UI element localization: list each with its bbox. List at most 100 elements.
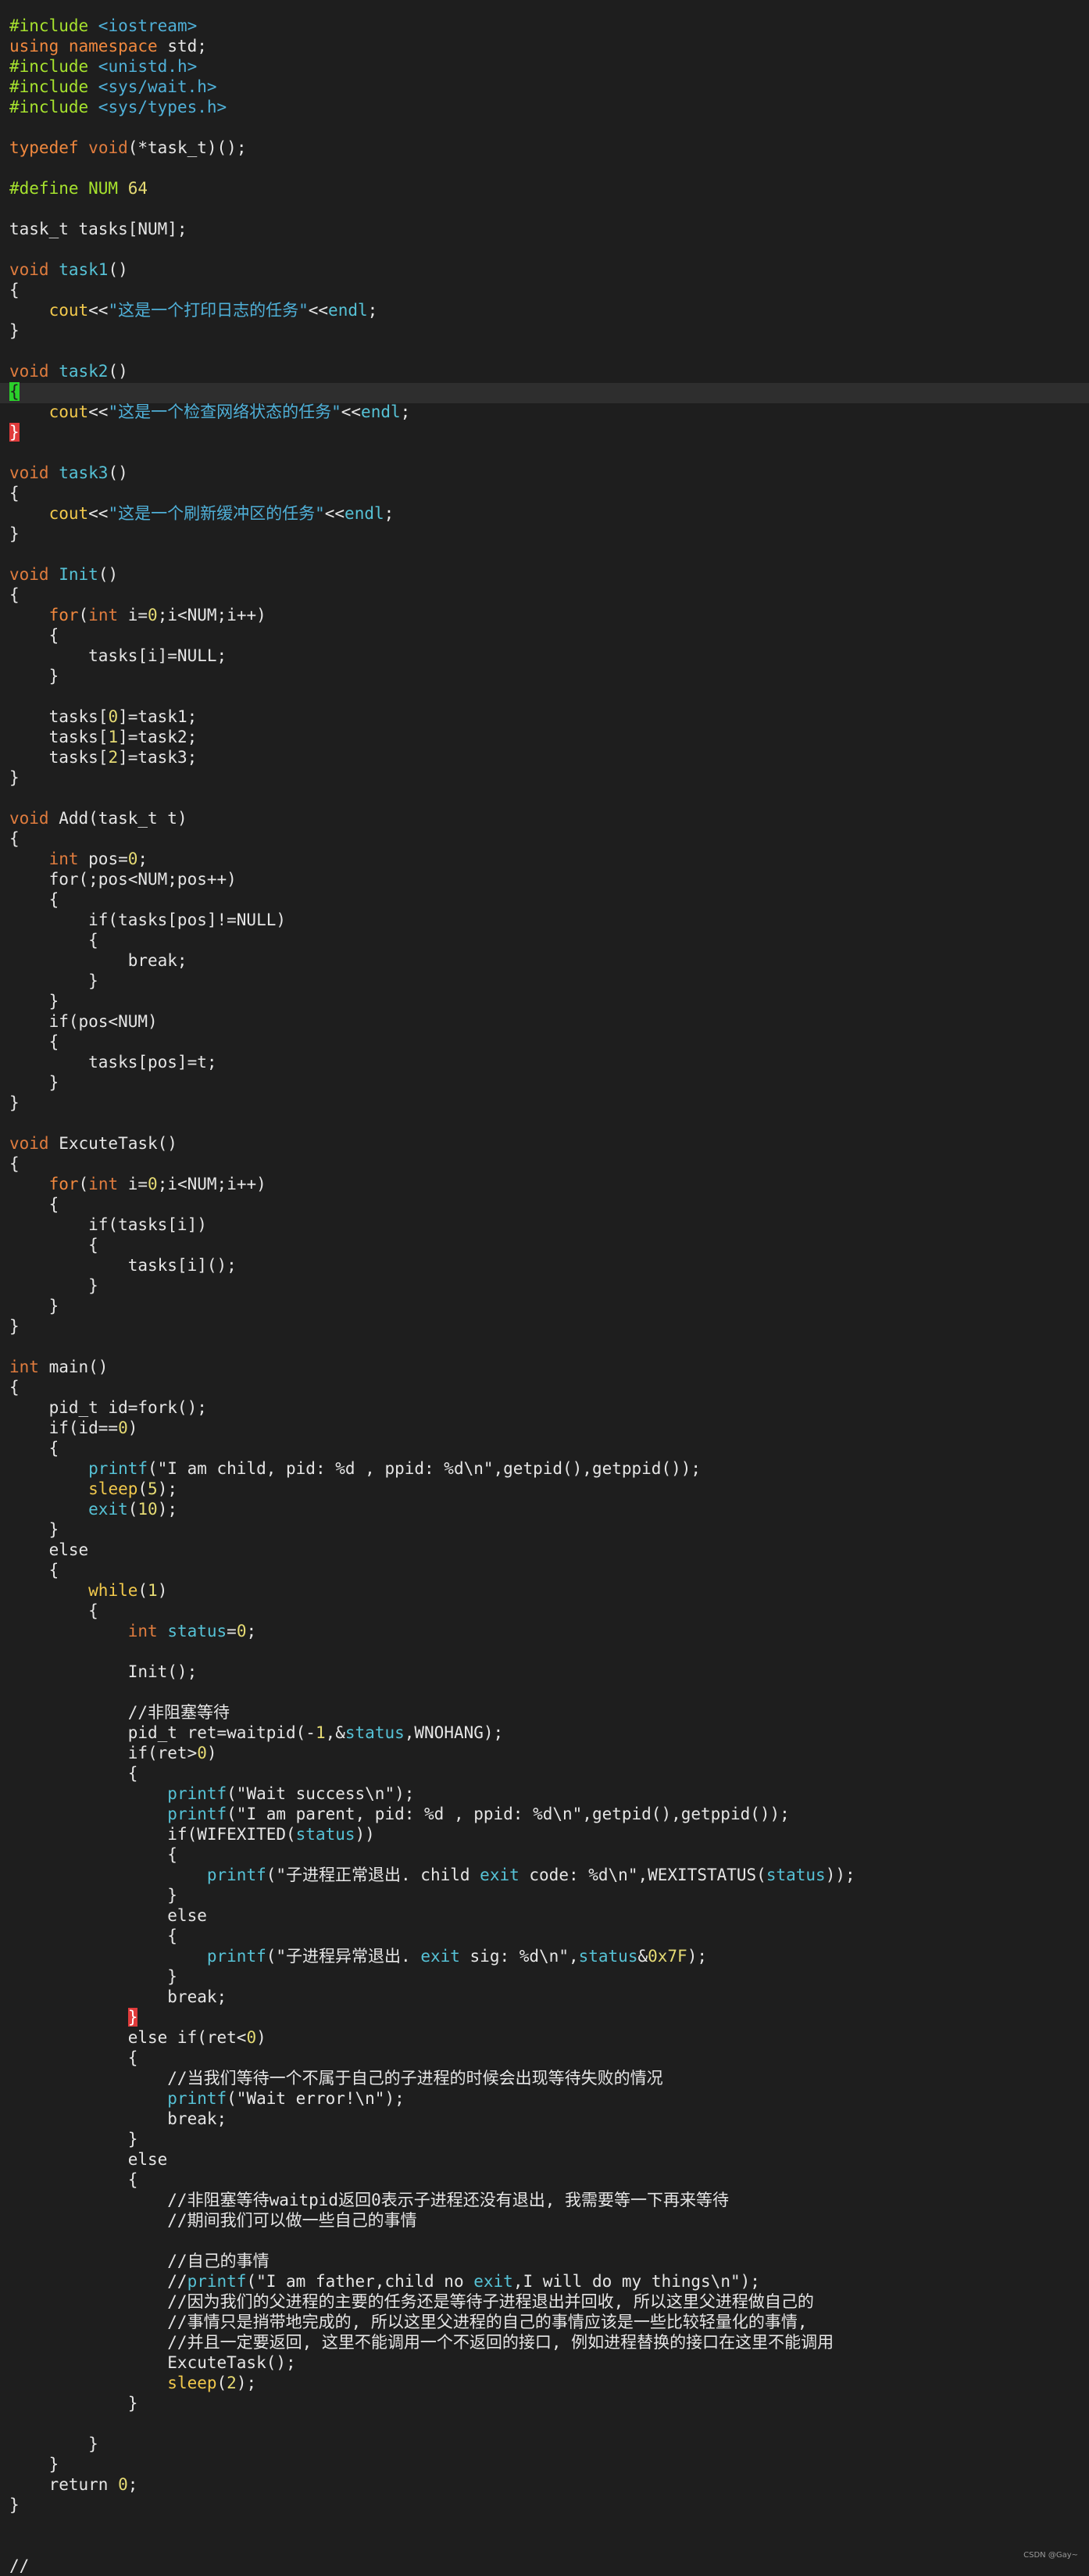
code-line[interactable]: } <box>9 1885 177 1905</box>
code-line[interactable]: //并且一定要返回, 这里不能调用一个不返回的接口, 例如进程替换的接口在这里不… <box>9 2332 834 2352</box>
code-line[interactable]: //自己的事情 <box>9 2251 269 2271</box>
code-line[interactable]: printf("子进程正常退出. child exit code: %d\n",… <box>9 1865 855 1885</box>
code-line[interactable]: } <box>9 524 20 544</box>
code-line[interactable]: cout<<"这是一个检查网络状态的任务"<<endl; <box>9 402 411 422</box>
code-line[interactable]: { <box>9 1154 20 1174</box>
code-line[interactable]: //当我们等待一个不属于自己的子进程的时候会出现等待失败的情况 <box>9 2068 662 2088</box>
code-line[interactable]: { <box>9 1235 98 1255</box>
code-line[interactable]: return 0; <box>9 2474 138 2495</box>
code-line[interactable]: { <box>9 1032 59 1052</box>
code-line[interactable]: pid_t id=fork(); <box>9 1397 207 1418</box>
code-line[interactable]: printf("子进程异常退出. exit sig: %d\n",status&… <box>9 1946 707 1966</box>
code-line[interactable]: Init(); <box>9 1662 198 1682</box>
code-line[interactable]: #define NUM 64 <box>9 178 148 199</box>
code-line[interactable]: } <box>9 767 20 788</box>
code-line[interactable]: { <box>9 1763 138 1784</box>
code-line[interactable]: if(id==0) <box>9 1418 138 1438</box>
code-line[interactable]: //期间我们可以做一些自己的事情 <box>9 2210 416 2231</box>
code-line[interactable]: } <box>9 2393 138 2413</box>
code-line[interactable]: break; <box>9 2109 227 2129</box>
code-line[interactable]: using namespace std; <box>9 36 207 56</box>
code-line[interactable]: } <box>9 1519 59 1540</box>
code-line[interactable]: break; <box>9 950 187 971</box>
code-line[interactable]: if(tasks[pos]!=NULL) <box>9 910 286 930</box>
code-line[interactable]: sleep(2); <box>9 2373 256 2393</box>
code-line[interactable]: { <box>9 828 20 849</box>
code-line[interactable]: tasks[0]=task1; <box>9 707 198 727</box>
code-line[interactable]: for(;pos<NUM;pos++) <box>9 869 237 889</box>
code-line[interactable]: { <box>9 1926 177 1946</box>
code-line[interactable]: } <box>9 1966 177 1987</box>
code-line[interactable]: } <box>9 2007 138 2027</box>
code-line[interactable]: // <box>9 2556 29 2576</box>
code-line[interactable]: { <box>9 1377 20 1397</box>
code-line[interactable]: #include <unistd.h> <box>9 56 197 77</box>
code-line[interactable]: while(1) <box>9 1580 167 1601</box>
code-line[interactable]: else <box>9 2149 168 2170</box>
code-line[interactable]: } <box>9 991 59 1011</box>
code-line[interactable]: { <box>9 280 20 300</box>
code-line[interactable]: void Init() <box>9 564 118 585</box>
code-line[interactable]: { <box>9 1560 59 1580</box>
code-line[interactable]: { <box>9 1601 98 1621</box>
code-line[interactable]: } <box>9 1296 59 1316</box>
code-line[interactable]: cout<<"这是一个刷新缓冲区的任务"<<endl; <box>9 503 395 524</box>
code-line[interactable]: void task2() <box>9 361 128 381</box>
code-line[interactable]: //printf("I am father,child no exit,I wi… <box>9 2271 760 2292</box>
code-line[interactable]: void task1() <box>9 259 128 280</box>
code-line[interactable]: { <box>9 483 20 503</box>
code-line[interactable]: } <box>9 2129 138 2149</box>
code-line[interactable]: else if(ret<0) <box>9 2027 266 2048</box>
code-line[interactable]: break; <box>9 1987 227 2007</box>
code-line[interactable]: void Add(task_t t) <box>9 808 187 828</box>
code-line[interactable]: cout<<"这是一个打印日志的任务"<<endl; <box>9 300 378 320</box>
code-line[interactable]: exit(10); <box>9 1499 177 1519</box>
code-line[interactable]: //非阻塞等待waitpid返回0表示子进程还没有退出, 我需要等一下再来等待 <box>9 2190 729 2210</box>
code-line[interactable]: tasks[2]=task3; <box>9 747 198 767</box>
code-line[interactable]: } <box>9 1316 20 1336</box>
code-line[interactable]: printf("I am child, pid: %d , ppid: %d\n… <box>9 1458 701 1479</box>
code-line[interactable]: } <box>9 971 98 991</box>
code-line[interactable]: #include <sys/types.h> <box>9 97 227 117</box>
code-line[interactable]: //非阻塞等待 <box>9 1702 230 1723</box>
code-line[interactable]: int pos=0; <box>9 849 148 869</box>
code-line[interactable]: void task3() <box>9 463 128 483</box>
code-line[interactable]: if(pos<NUM) <box>9 1011 158 1032</box>
code-line[interactable]: //因为我们的父进程的主要的任务还是等待子进程退出并回收, 所以这里父进程做自己… <box>9 2292 814 2312</box>
code-line[interactable]: #include <iostream> <box>9 16 197 36</box>
code-line[interactable]: for(int i=0;i<NUM;i++) <box>9 605 266 625</box>
code-line[interactable]: #include <sys/wait.h> <box>9 77 217 97</box>
code-line[interactable]: { <box>9 585 20 605</box>
code-line[interactable]: typedef void(*task_t)(); <box>9 138 246 158</box>
code-line[interactable]: { <box>9 2048 138 2068</box>
code-line[interactable]: printf("Wait success\n"); <box>9 1784 414 1804</box>
code-line[interactable]: task_t tasks[NUM]; <box>9 219 187 239</box>
code-line[interactable]: { <box>9 381 20 402</box>
code-line[interactable]: int status=0; <box>9 1621 256 1641</box>
code-line[interactable]: { <box>9 2170 138 2190</box>
code-line[interactable]: sleep(5); <box>9 1479 177 1499</box>
code-line[interactable]: int main() <box>9 1357 108 1377</box>
code-line[interactable]: if(WIFEXITED(status)) <box>9 1824 375 1844</box>
code-line[interactable]: tasks[pos]=t; <box>9 1052 216 1072</box>
code-line[interactable]: if(tasks[i]) <box>9 1215 207 1235</box>
code-line[interactable]: } <box>9 320 20 341</box>
code-line[interactable]: { <box>9 1844 177 1865</box>
code-line[interactable]: printf("I am parent, pid: %d , ppid: %d\… <box>9 1804 790 1824</box>
code-line[interactable]: for(int i=0;i<NUM;i++) <box>9 1174 266 1194</box>
code-line[interactable]: } <box>9 2434 98 2454</box>
code-line[interactable]: void ExcuteTask() <box>9 1133 177 1154</box>
code-line[interactable]: } <box>9 666 59 686</box>
code-line[interactable]: tasks[1]=task2; <box>9 727 198 747</box>
code-line[interactable]: printf("Wait error!\n"); <box>9 2088 404 2109</box>
code-line[interactable]: else <box>9 1540 89 1560</box>
code-line[interactable]: } <box>9 2495 20 2515</box>
code-line[interactable]: { <box>9 1438 59 1458</box>
code-line[interactable]: //事情只是捎带地完成的, 所以这里父进程的自己的事情应该是一些比较轻量化的事情… <box>9 2312 807 2332</box>
code-line[interactable]: } <box>9 2454 59 2474</box>
code-line[interactable]: { <box>9 1194 59 1215</box>
code-line[interactable]: ExcuteTask(); <box>9 2352 295 2373</box>
code-line[interactable]: pid_t ret=waitpid(-1,&status,WNOHANG); <box>9 1723 503 1743</box>
code-line[interactable]: { <box>9 930 98 950</box>
code-line[interactable]: else <box>9 1905 207 1926</box>
